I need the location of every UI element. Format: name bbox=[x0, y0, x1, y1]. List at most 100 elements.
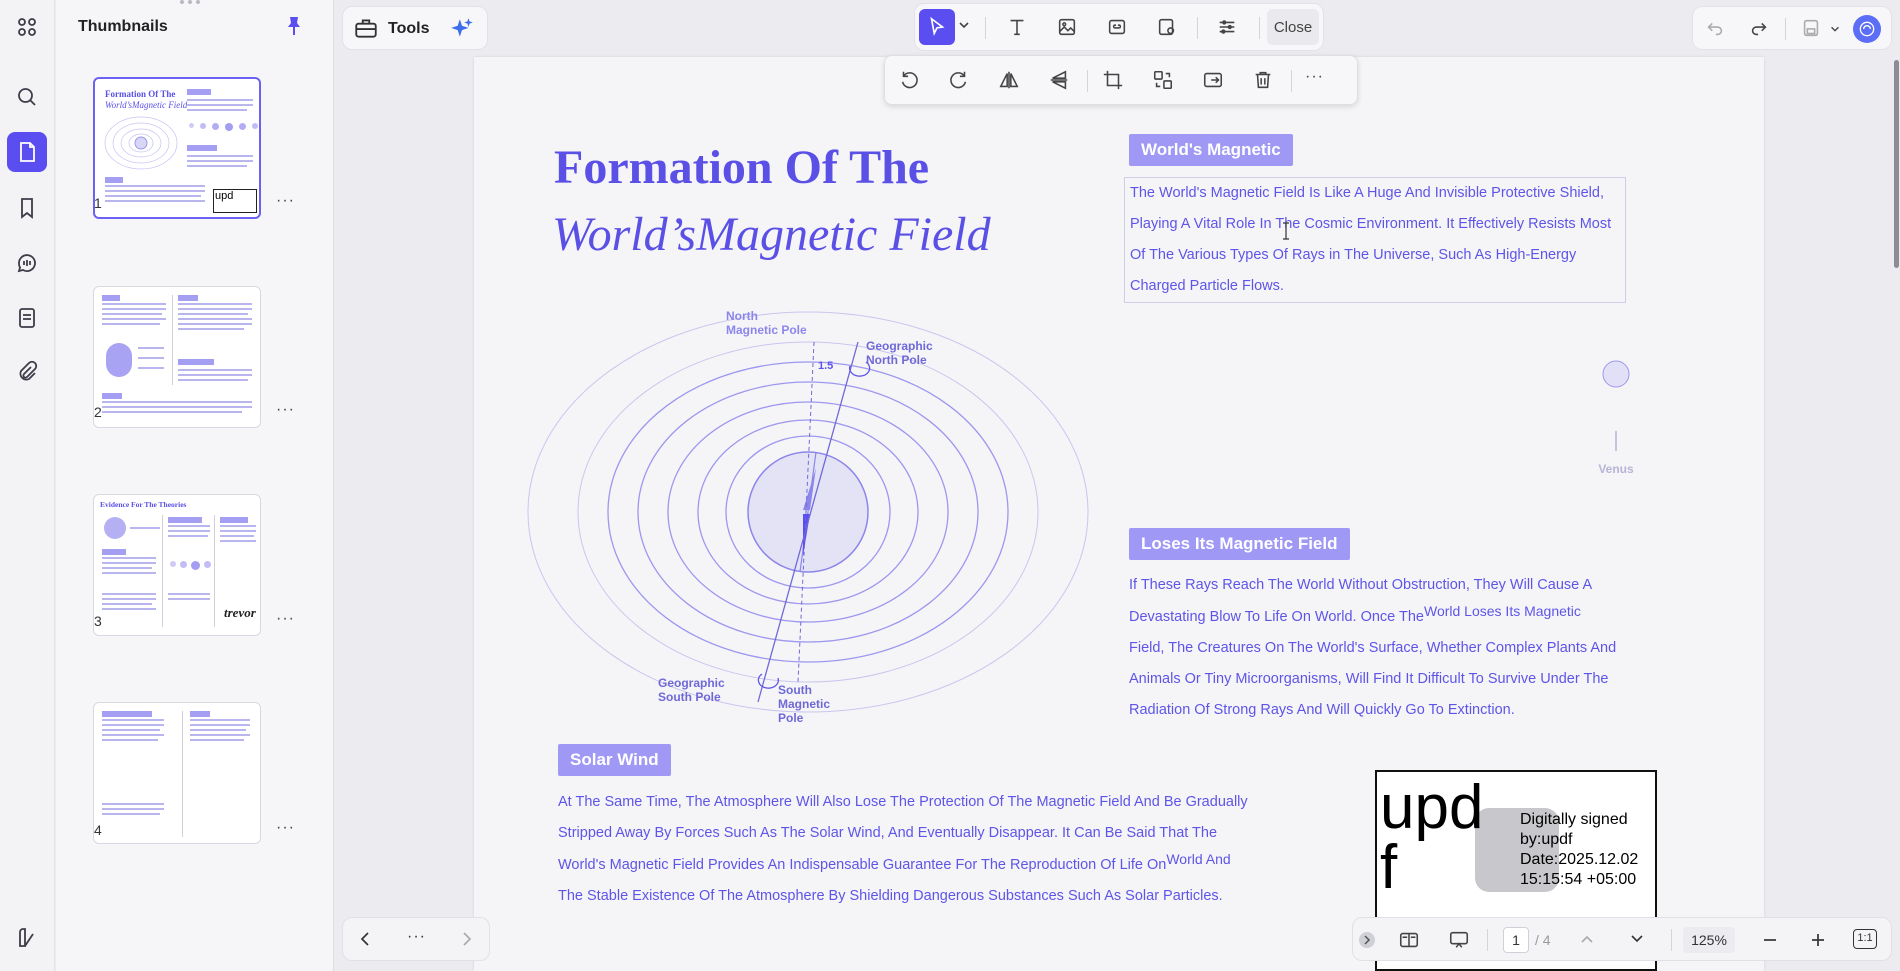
thumb3-signature: trevor bbox=[224, 605, 256, 620]
text-cursor-icon bbox=[1282, 222, 1290, 240]
save-icon[interactable] bbox=[1793, 10, 1829, 46]
section3-line: Stripped Away By Forces Such As The Sola… bbox=[558, 825, 1218, 841]
section1-paragraph[interactable]: The World's Magnetic Field Is Like A Hug… bbox=[1124, 177, 1626, 303]
actual-size-button[interactable]: 1:1 bbox=[1853, 929, 1877, 949]
section1-line: The World's Magnetic Field Is Like A Hug… bbox=[1130, 185, 1604, 201]
popup-more-button[interactable]: ··· bbox=[1305, 68, 1324, 86]
document-page: Formation Of The World’sMagnetic Field 1… bbox=[474, 57, 1764, 971]
thumbnail-more-button[interactable]: ··· bbox=[276, 819, 295, 837]
thumbnail-page-number: 4 bbox=[94, 822, 102, 838]
tools-button[interactable]: Tools bbox=[388, 20, 429, 38]
collapse-chevron-icon[interactable] bbox=[1359, 932, 1375, 948]
zoom-out-icon[interactable] bbox=[1761, 931, 1779, 949]
section2-line: Animals Or Tiny Microorganisms, Will Fin… bbox=[1129, 671, 1609, 687]
signature-detail-line: by:updf bbox=[1520, 831, 1573, 848]
bookmark-icon[interactable] bbox=[7, 188, 47, 228]
theme-icon[interactable] bbox=[7, 918, 47, 958]
flip-horizontal-icon[interactable] bbox=[991, 62, 1027, 98]
left-rail bbox=[0, 0, 55, 971]
section-header-loses-magnetic-field: Loses Its Magnetic Field bbox=[1129, 528, 1350, 560]
section1-line: Of The Various Types Of Rays in The Univ… bbox=[1130, 247, 1577, 263]
signature-detail-line: Digitally signed bbox=[1520, 811, 1628, 828]
thumbnail-more-button[interactable]: ··· bbox=[276, 192, 295, 210]
section3-line3a: World's Magnetic Field Provides An Indis… bbox=[558, 857, 1167, 873]
edit-toolbar: Close bbox=[914, 3, 1324, 51]
ai-sparkle-icon[interactable] bbox=[449, 16, 475, 42]
chevron-down-icon[interactable] bbox=[1829, 22, 1841, 34]
zoom-in-icon[interactable] bbox=[1809, 931, 1827, 949]
toolbox-icon[interactable] bbox=[353, 15, 379, 41]
flip-vertical-icon[interactable] bbox=[1041, 62, 1077, 98]
thumb-title-line1: Formation Of The bbox=[105, 89, 176, 99]
more-button[interactable]: ··· bbox=[407, 928, 426, 946]
previous-icon[interactable] bbox=[357, 930, 375, 948]
page-thumbnail-3[interactable]: Evidence For The Theories trevor bbox=[93, 494, 261, 636]
undo-icon[interactable] bbox=[1697, 10, 1733, 46]
vertical-scrollbar[interactable] bbox=[1894, 60, 1899, 268]
image-tool-icon[interactable] bbox=[1049, 9, 1085, 45]
delete-icon[interactable] bbox=[1245, 62, 1281, 98]
section3-line: At The Same Time, The Atmosphere Will Al… bbox=[558, 794, 1248, 810]
thumbnail-more-button[interactable]: ··· bbox=[276, 610, 295, 628]
north-magnetic-pole-label-1: North bbox=[726, 309, 758, 323]
total-pages: / 4 bbox=[1535, 932, 1551, 948]
thumbnails-page-icon[interactable] bbox=[7, 132, 47, 172]
planet-venus-icon bbox=[1602, 360, 1630, 388]
signature-details: Digitally signed by:updf Date:2025.12.02… bbox=[1520, 810, 1638, 890]
south-magnetic-pole-label-3: Pole bbox=[778, 711, 804, 725]
right-toolbar bbox=[1692, 6, 1892, 50]
page-up-icon[interactable] bbox=[1579, 931, 1595, 947]
select-arrow-icon[interactable] bbox=[919, 9, 955, 45]
section2-line: If These Rays Reach The World Without Ob… bbox=[1129, 577, 1593, 593]
section2-paragraph: If These Rays Reach The World Without Ob… bbox=[1129, 570, 1616, 726]
section2-line: Field, The Creatures On The World's Surf… bbox=[1129, 640, 1617, 656]
signature-name-line2: f bbox=[1380, 833, 1398, 902]
signature-name-line1: upd bbox=[1380, 773, 1484, 842]
geographic-south-pole-label-1: Geographic bbox=[658, 676, 725, 690]
south-magnetic-pole-label-1: South bbox=[778, 683, 812, 697]
page-down-icon[interactable] bbox=[1629, 931, 1645, 947]
link-tool-icon[interactable] bbox=[1099, 9, 1135, 45]
chevron-down-icon[interactable] bbox=[957, 18, 971, 32]
section-header-worlds-magnetic: World's Magnetic bbox=[1129, 134, 1293, 166]
text-tool-icon[interactable] bbox=[999, 9, 1035, 45]
apps-grid-icon[interactable] bbox=[7, 7, 47, 47]
thumbnail-more-button[interactable]: ··· bbox=[276, 401, 295, 419]
page-thumbnail-1[interactable]: Formation Of The World’sMagnetic Field u… bbox=[93, 77, 261, 219]
pin-icon[interactable] bbox=[282, 14, 306, 38]
next-icon[interactable] bbox=[457, 930, 475, 948]
adjust-sliders-icon[interactable] bbox=[1209, 9, 1245, 45]
page-nav-left: ··· bbox=[342, 917, 490, 961]
page-layout-icon[interactable] bbox=[1391, 922, 1427, 958]
presentation-icon[interactable] bbox=[1441, 922, 1477, 958]
search-icon[interactable] bbox=[7, 77, 47, 117]
crop-icon[interactable] bbox=[1095, 62, 1131, 98]
doc-title-line2: World’sMagnetic Field bbox=[552, 208, 991, 261]
form-fields-icon[interactable] bbox=[7, 298, 47, 338]
stamp-tool-icon[interactable] bbox=[1149, 9, 1185, 45]
attachment-icon[interactable] bbox=[7, 352, 47, 392]
comment-icon[interactable] bbox=[7, 243, 47, 283]
zoom-level-dropdown[interactable]: 125% bbox=[1683, 927, 1735, 953]
redo-icon[interactable] bbox=[1741, 10, 1777, 46]
page-thumbnail-4[interactable] bbox=[93, 702, 261, 844]
panel-drag-handle[interactable] bbox=[180, 0, 210, 6]
rotate-left-icon[interactable] bbox=[891, 62, 927, 98]
view-controls: 1 / 4 125% 1:1 bbox=[1352, 917, 1892, 961]
image-edit-popup: ··· bbox=[884, 55, 1358, 105]
diagram-angle-label: 1.5 bbox=[818, 360, 833, 372]
section2-line: Radiation Of Strong Rays And Will Quickl… bbox=[1129, 702, 1515, 718]
thumb3-heading: Evidence For The Theories bbox=[100, 500, 187, 509]
extract-image-icon[interactable] bbox=[1195, 62, 1231, 98]
user-avatar[interactable] bbox=[1853, 15, 1881, 43]
section2-line2a: Devastating Blow To Life On World. Once … bbox=[1129, 609, 1424, 625]
replace-image-icon[interactable] bbox=[1145, 62, 1181, 98]
section2-line2b: World Loses Its Magnetic bbox=[1423, 603, 1581, 619]
rotate-right-icon[interactable] bbox=[941, 62, 977, 98]
page-thumbnail-2[interactable] bbox=[93, 286, 261, 428]
section1-line: Charged Particle Flows. bbox=[1130, 278, 1284, 294]
planet-label-venus: Venus bbox=[1598, 462, 1634, 476]
close-button[interactable]: Close bbox=[1267, 9, 1319, 45]
tools-group: Tools bbox=[342, 6, 488, 50]
current-page-input[interactable]: 1 bbox=[1503, 927, 1529, 953]
